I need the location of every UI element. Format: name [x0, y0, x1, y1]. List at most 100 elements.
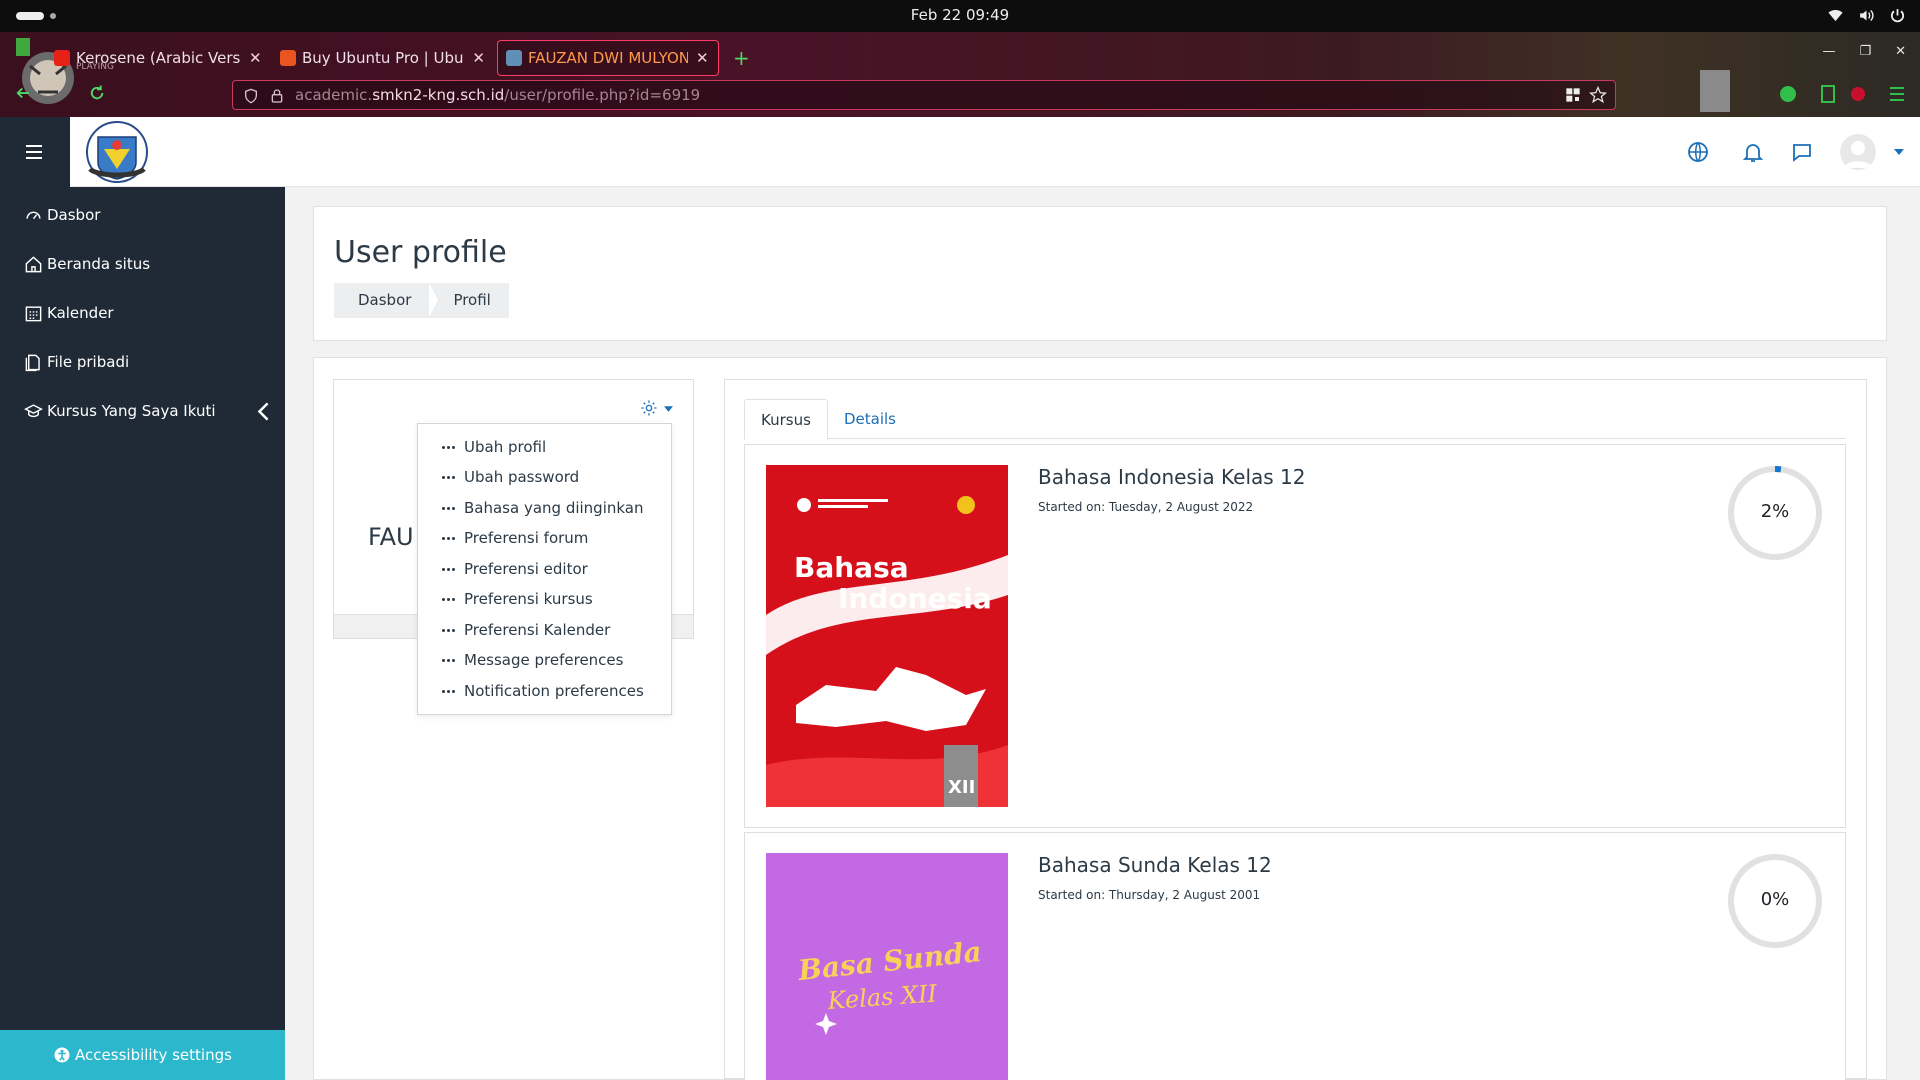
dashboard-icon — [26, 211, 41, 219]
sidebar-item-label: Beranda situs — [47, 255, 151, 273]
accessibility-icon — [54, 1047, 70, 1063]
course-title[interactable]: Bahasa Sunda Kelas 12 — [1038, 853, 1272, 877]
course-start-date: Started on: Thursday, 2 August 2001 — [1038, 888, 1261, 902]
sidebar-item-label: Kursus Yang Saya Ikuti — [47, 402, 216, 420]
menu-item-ubah-password[interactable]: Ubah password — [442, 468, 579, 486]
ubuntu-icon — [280, 50, 296, 66]
menu-item-message-preferences[interactable]: Message preferences — [442, 651, 623, 669]
course-cover-image[interactable]: Bahasa Indonesia XII — [766, 465, 1008, 807]
close-tab-icon[interactable]: ✕ — [696, 49, 709, 67]
qr-code-icon[interactable] — [1565, 87, 1581, 103]
ministry-logo-icon — [797, 498, 811, 512]
tut-wuri-logo-icon — [957, 496, 975, 514]
hamburger-line — [26, 145, 42, 147]
bookmark-star-icon[interactable] — [1589, 86, 1607, 104]
menu-item-label: Ubah password — [464, 468, 580, 486]
hamburger-line — [26, 151, 42, 153]
url-path: /user/profile.php?id=6919 — [504, 86, 701, 104]
gear-icon[interactable] — [640, 399, 658, 417]
course-card[interactable]: Bahasa Indonesia XII Bahasa Indonesia Ke… — [744, 444, 1846, 828]
course-title[interactable]: Bahasa Indonesia Kelas 12 — [1038, 465, 1305, 489]
menu-item-preferensi-forum[interactable]: Preferensi forum — [442, 529, 588, 547]
system-tray[interactable] — [1827, 7, 1906, 24]
sidebar-item-kursus-yang-saya-ikuti[interactable]: Kursus Yang Saya Ikuti — [24, 399, 274, 423]
sidebar-item-file-pribadi[interactable]: File pribadi — [24, 350, 129, 374]
messages-icon[interactable] — [1790, 140, 1814, 164]
accessibility-label: Accessibility settings — [75, 1046, 232, 1064]
user-avatar[interactable] — [1840, 134, 1876, 170]
accessibility-settings-button[interactable]: Accessibility settings — [0, 1030, 285, 1080]
notification-bell-icon[interactable] — [1741, 140, 1765, 164]
menu-item-preferensi-kursus[interactable]: Preferensi kursus — [442, 590, 593, 608]
browser-chrome: Kerosene (Arabic Version) PLAYING ✕ Buy … — [0, 32, 1920, 117]
course-start-date: Started on: Tuesday, 2 August 2022 — [1038, 500, 1254, 514]
menu-item-notification-preferences[interactable]: Notification preferences — [442, 682, 644, 700]
maximize-icon[interactable]: ❐ — [1859, 44, 1871, 59]
shield-icon[interactable] — [243, 87, 259, 105]
file-icon — [25, 354, 40, 371]
chevron-left-icon[interactable] — [254, 401, 273, 421]
extension-green-icon[interactable] — [1780, 86, 1796, 102]
new-tab-button[interactable]: + — [733, 46, 750, 70]
menu-item-preferensi-kalender[interactable]: Preferensi Kalender — [442, 621, 610, 639]
user-menu-caret-icon[interactable] — [1894, 148, 1904, 156]
breadcrumb-item-dasbor[interactable]: Dasbor — [334, 283, 439, 318]
theme-knight-icon — [1700, 70, 1730, 112]
close-tab-icon[interactable]: ✕ — [249, 49, 262, 67]
window-controls[interactable]: — ❐ ✕ — [1822, 44, 1906, 59]
course-progress-label: 0% — [1760, 889, 1790, 910]
gear-caret-icon[interactable] — [664, 406, 673, 412]
extensions-toolbar[interactable] — [1680, 68, 1920, 116]
graduation-cap-icon — [24, 403, 43, 417]
tab-fauzan-profile[interactable]: FAUZAN DWI MULYONO ✕ — [497, 40, 719, 76]
cover-title-line-1: Bahasa — [794, 551, 909, 584]
tab-buy-ubuntu-pro[interactable]: Buy Ubuntu Pro | Ubuntu ✕ — [280, 40, 485, 76]
back-button[interactable] — [14, 84, 32, 106]
profile-tabs: Kursus Details — [744, 399, 1846, 440]
sidebar-item-label: File pribadi — [47, 353, 130, 371]
sidebar-item-beranda-situs[interactable]: Beranda situs — [24, 252, 150, 276]
menu-item-label: Preferensi Kalender — [464, 621, 611, 639]
address-bar[interactable]: academic.smkn2-kng.sch.id/user/profile.p… — [232, 80, 1616, 110]
menu-item-label: Preferensi kursus — [464, 590, 593, 608]
avatar-placeholder-icon — [1844, 141, 1872, 168]
back-arrow-icon — [16, 87, 29, 99]
url-text[interactable]: academic.smkn2-kng.sch.id/user/profile.p… — [295, 86, 700, 104]
lock-icon[interactable] — [269, 87, 285, 105]
page-title: User profile — [334, 235, 507, 270]
menu-item-ubah-profil[interactable]: Ubah profil — [442, 438, 546, 456]
breadcrumb-item-profil[interactable]: Profil — [429, 283, 508, 318]
youtube-icon — [54, 50, 70, 66]
menu-item-label: Bahasa yang diinginkan — [464, 499, 644, 517]
close-tab-icon[interactable]: ✕ — [472, 49, 485, 67]
school-logo-icon[interactable] — [86, 119, 148, 185]
tab-kerosene[interactable]: Kerosene (Arabic Version) PLAYING ✕ — [54, 40, 264, 76]
course-cover-image[interactable]: Basa Sunda Kelas XII — [766, 853, 1008, 1080]
extensions-puzzle-icon[interactable] — [1821, 85, 1835, 103]
ellipsis-icon — [442, 689, 455, 693]
tab-title: FAUZAN DWI MULYONO — [528, 49, 688, 67]
menu-item-preferensi-editor[interactable]: Preferensi editor — [442, 560, 588, 578]
ublock-icon[interactable] — [1851, 87, 1865, 101]
hamburger-line — [26, 157, 42, 159]
home-icon — [25, 255, 42, 272]
cover-title-line-2: Indonesia — [838, 582, 992, 615]
tab-kursus[interactable]: Kursus — [744, 399, 828, 440]
course-card[interactable]: Basa Sunda Kelas XII Bahasa Sunda Kelas … — [744, 832, 1846, 1080]
minimize-icon[interactable]: — — [1822, 44, 1835, 59]
sidebar-item-kalender[interactable]: Kalender — [24, 301, 114, 325]
reload-button[interactable] — [88, 84, 106, 106]
sidebar-item-dasbor[interactable]: Dasbor — [24, 203, 100, 227]
menu-item-label: Message preferences — [464, 651, 624, 669]
ellipsis-icon — [442, 506, 455, 510]
cover-grade-label: XII — [948, 777, 975, 798]
system-clock[interactable]: Feb 22 09:49 — [0, 6, 1920, 24]
language-globe-icon[interactable] — [1686, 140, 1710, 164]
tab-details[interactable]: Details — [828, 399, 912, 439]
drawer-toggle-button[interactable] — [0, 117, 70, 187]
close-window-icon[interactable]: ✕ — [1895, 44, 1906, 59]
menu-item-bahasa[interactable]: Bahasa yang diinginkan — [442, 499, 644, 517]
site-favicon-icon — [506, 50, 522, 66]
ellipsis-icon — [442, 567, 455, 571]
menu-icon[interactable] — [1890, 87, 1904, 101]
